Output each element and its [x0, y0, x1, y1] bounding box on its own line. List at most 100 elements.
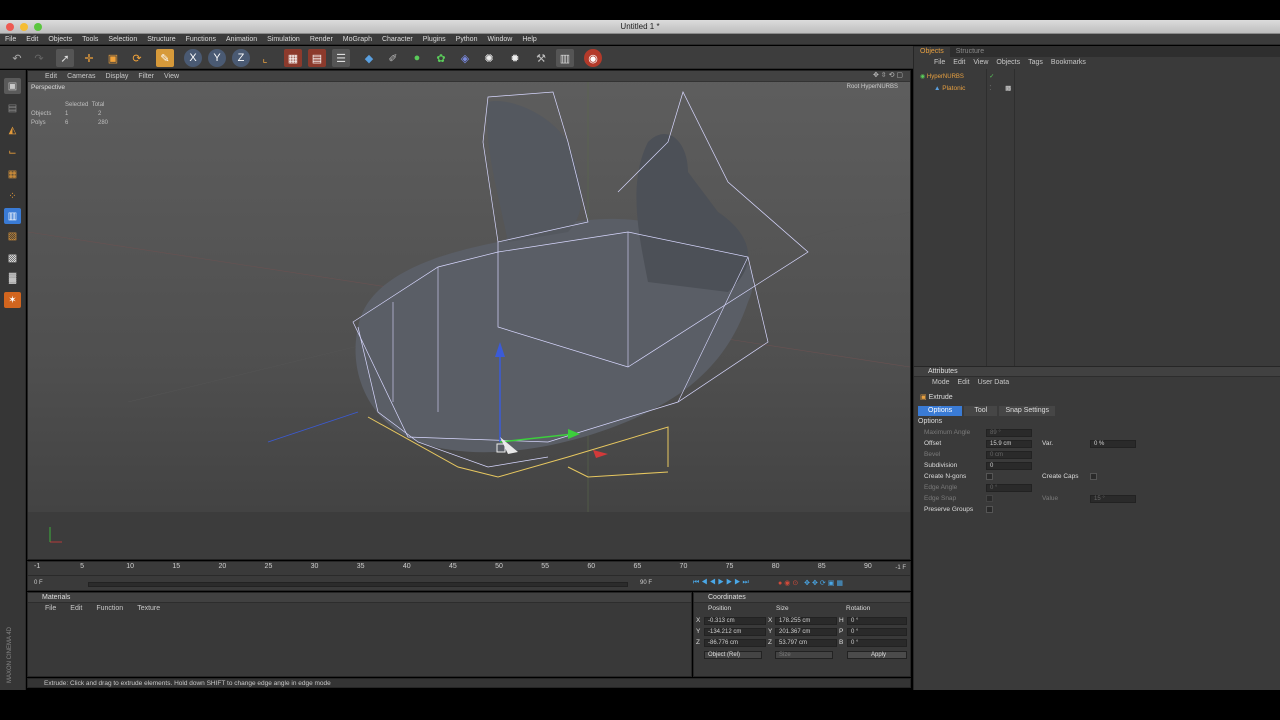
- viewport-menu-cameras[interactable]: Cameras: [62, 72, 100, 82]
- menu-window[interactable]: Window: [482, 35, 517, 45]
- coord-rotation-b[interactable]: 0 °: [847, 639, 907, 647]
- coord-size-y[interactable]: 201.367 cm: [775, 628, 837, 636]
- materials-menu-texture[interactable]: Texture: [130, 603, 167, 615]
- y-axis-lock-icon[interactable]: Y: [208, 49, 226, 67]
- viewport-menu-view[interactable]: View: [159, 72, 184, 82]
- coord-position-y[interactable]: -134.212 cm: [704, 628, 766, 636]
- var-field[interactable]: 0 %: [1090, 440, 1136, 448]
- camera-icon[interactable]: ✹: [506, 49, 524, 67]
- animation-timeline[interactable]: -1 5 10 15 20 25 30 35 40 45 50 55 60 65 70 75 80 85 90 0 …: [27, 561, 911, 591]
- tab-tool[interactable]: Tool: [964, 406, 998, 416]
- preserve-groups-checkbox[interactable]: [986, 506, 993, 513]
- texture-mode-icon[interactable]: ⌙: [4, 144, 21, 160]
- menu-render[interactable]: Render: [305, 35, 338, 45]
- coord-rotation-p[interactable]: 0 °: [847, 628, 907, 636]
- viewport-menu-filter[interactable]: Filter: [133, 72, 159, 82]
- model-mode-icon[interactable]: ▤: [4, 100, 21, 116]
- menu-mograph[interactable]: MoGraph: [338, 35, 377, 45]
- tab-structure[interactable]: Structure: [950, 47, 990, 57]
- materials-menu-file[interactable]: File: [38, 603, 63, 615]
- coord-position-z[interactable]: -86.776 cm: [704, 639, 766, 647]
- viewport-menu-edit[interactable]: Edit: [40, 72, 62, 82]
- object-mode-icon[interactable]: ◭: [4, 122, 21, 138]
- cube-icon[interactable]: ◆: [360, 49, 378, 67]
- offset-field[interactable]: 15.9 cm: [986, 440, 1032, 448]
- objects-menu-file[interactable]: File: [930, 57, 949, 69]
- menu-character[interactable]: Character: [377, 35, 418, 45]
- object-tree-item[interactable]: ▲ Platonic ⁚ ▩: [934, 84, 1011, 93]
- nurbs-icon[interactable]: ●: [408, 49, 426, 67]
- menu-tools[interactable]: Tools: [77, 35, 103, 45]
- render-view-icon[interactable]: ▦: [284, 49, 302, 67]
- coordinate-system-icon[interactable]: ⌞: [256, 49, 274, 67]
- coord-size-z[interactable]: 53.797 cm: [775, 639, 837, 647]
- subdivision-field[interactable]: 0: [986, 462, 1032, 470]
- attributes-menu-user-data[interactable]: User Data: [974, 377, 1014, 389]
- visibility-toggle-icon[interactable]: ⁚: [989, 85, 991, 92]
- menu-python[interactable]: Python: [451, 35, 483, 45]
- hand-mesh[interactable]: [352, 91, 809, 478]
- objects-menu-edit[interactable]: Edit: [949, 57, 969, 69]
- objects-menu-objects[interactable]: Objects: [992, 57, 1024, 69]
- light-icon[interactable]: ⚒: [532, 49, 550, 67]
- menu-file[interactable]: File: [0, 35, 21, 45]
- tweak-mode-icon[interactable]: ▩: [4, 250, 21, 266]
- rotate-tool-icon[interactable]: ⟳: [128, 49, 146, 67]
- x-axis-lock-icon[interactable]: X: [184, 49, 202, 67]
- deformer-icon[interactable]: ◈: [456, 49, 474, 67]
- materials-menu-edit[interactable]: Edit: [63, 603, 89, 615]
- objects-menu-view[interactable]: View: [969, 57, 992, 69]
- spline-pen-icon[interactable]: ✐: [384, 49, 402, 67]
- menu-animation[interactable]: Animation: [221, 35, 262, 45]
- viewport-scene[interactable]: [28, 82, 910, 560]
- redo-icon[interactable]: ↷: [30, 49, 48, 67]
- value-field[interactable]: 15 °: [1090, 495, 1136, 503]
- undo-icon[interactable]: ↶: [8, 49, 26, 67]
- objects-menu-bookmarks[interactable]: Bookmarks: [1047, 57, 1090, 69]
- edge-angle-field[interactable]: 0 °: [986, 484, 1032, 492]
- workplane-icon[interactable]: ▦: [4, 166, 21, 182]
- edges-mode-icon[interactable]: ▥: [4, 208, 21, 224]
- coord-position-x[interactable]: -0.313 cm: [704, 617, 766, 625]
- timeline-start-frame[interactable]: 0 F: [34, 580, 43, 586]
- menu-structure[interactable]: Structure: [142, 35, 180, 45]
- menu-functions[interactable]: Functions: [181, 35, 221, 45]
- menu-help[interactable]: Help: [517, 35, 541, 45]
- record-icon[interactable]: ◉: [584, 49, 602, 67]
- axis-mode-icon[interactable]: ✶: [4, 292, 21, 308]
- coord-apply-button[interactable]: Apply: [847, 651, 907, 659]
- viewport-nav-icons[interactable]: ✥ ⇳ ⟲ ▢: [868, 71, 908, 81]
- attributes-menu-mode[interactable]: Mode: [928, 377, 954, 389]
- z-axis-lock-icon[interactable]: Z: [232, 49, 250, 67]
- snapping-icon[interactable]: ▓: [4, 270, 21, 286]
- menu-edit[interactable]: Edit: [21, 35, 43, 45]
- max-angle-field[interactable]: 89 °: [986, 429, 1032, 437]
- edge-snap-checkbox[interactable]: [986, 495, 993, 502]
- tab-snap-settings[interactable]: Snap Settings: [999, 406, 1056, 416]
- tab-options[interactable]: Options: [918, 406, 963, 416]
- timeline-ruler[interactable]: -1 5 10 15 20 25 30 35 40 45 50 55 60 65 70 75 80 85 90: [28, 562, 910, 576]
- move-tool-icon[interactable]: ✛: [80, 49, 98, 67]
- bevel-field[interactable]: 0 cm: [986, 451, 1032, 459]
- playback-controls[interactable]: ⏮◀◀▶▶▶⏭: [693, 579, 751, 587]
- coord-rotation-h[interactable]: 0 °: [847, 617, 907, 625]
- live-selection-icon[interactable]: ➚: [56, 49, 74, 67]
- render-picture-viewer-icon[interactable]: ▤: [308, 49, 326, 67]
- environment-icon[interactable]: ✺: [480, 49, 498, 67]
- materials-menu-function[interactable]: Function: [89, 603, 130, 615]
- timeline-end-frame[interactable]: 90 F: [640, 580, 652, 586]
- texture-tag-icon[interactable]: ▩: [1005, 85, 1011, 92]
- recent-tool-icon[interactable]: ✎: [156, 49, 174, 67]
- make-editable-icon[interactable]: ▣: [4, 78, 21, 94]
- attributes-menu-edit[interactable]: Edit: [954, 377, 974, 389]
- polygons-mode-icon[interactable]: ▧: [4, 228, 21, 244]
- menu-objects[interactable]: Objects: [43, 35, 77, 45]
- snap-icon[interactable]: ▥: [556, 49, 574, 67]
- menu-plugins[interactable]: Plugins: [418, 35, 451, 45]
- keyframe-controls[interactable]: ●◉⊙ ✥✥⟳▣▦: [778, 579, 845, 587]
- enabled-check-icon[interactable]: ✓: [989, 74, 994, 80]
- menu-simulation[interactable]: Simulation: [262, 35, 305, 45]
- timeline-scrubber[interactable]: [88, 582, 628, 587]
- viewport-menu-display[interactable]: Display: [100, 72, 133, 82]
- coord-size-x[interactable]: 178.255 cm: [775, 617, 837, 625]
